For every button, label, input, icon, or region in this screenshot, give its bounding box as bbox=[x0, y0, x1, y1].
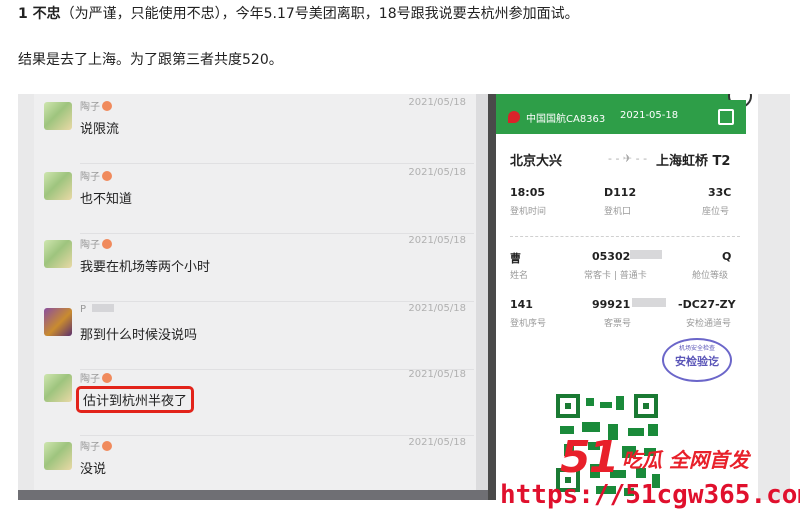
message-date: 2021/05/18 bbox=[408, 167, 466, 178]
chat-panel: 陶子 2021/05/18 说限流 陶子 2021/05/18 也不知道 陶子 … bbox=[34, 94, 476, 490]
peach-icon bbox=[102, 373, 112, 383]
bottom-strip bbox=[18, 490, 488, 500]
qr-finder bbox=[556, 394, 580, 418]
qr-module bbox=[648, 424, 658, 436]
boarding-sequence: 141 bbox=[510, 298, 533, 311]
from-city: 北京大兴 bbox=[510, 154, 563, 169]
share-icon[interactable] bbox=[718, 109, 734, 125]
to-city: 上海虹桥 T2 bbox=[656, 154, 731, 169]
peach-icon bbox=[102, 101, 112, 111]
section-heading: 1 不忠 bbox=[18, 6, 61, 22]
avatar bbox=[44, 308, 72, 336]
chat-message: P 2021/05/18 那到什么时候没说吗 bbox=[44, 300, 474, 370]
redaction-block bbox=[632, 298, 666, 307]
seat: 33C bbox=[708, 186, 732, 199]
stamp-top-text: 机场安全检查 bbox=[678, 345, 715, 352]
sender-name: 陶子 bbox=[80, 370, 112, 385]
seat-label: 座位号 bbox=[702, 207, 730, 217]
message-date: 2021/05/18 bbox=[408, 369, 466, 380]
avatar bbox=[44, 374, 72, 402]
embedded-screenshot: 陶子 2021/05/18 说限流 陶子 2021/05/18 也不知道 陶子 … bbox=[18, 94, 790, 500]
cabin-class: Q bbox=[722, 250, 732, 263]
boarding-sequence-label: 登机序号 bbox=[510, 319, 547, 329]
chat-message: 陶子 2021/05/18 估计到杭州半夜了 bbox=[44, 366, 474, 436]
flight-date: 2021-05-18 bbox=[620, 110, 679, 121]
peach-icon bbox=[102, 239, 112, 249]
frequent-flyer-number: 05302 bbox=[592, 250, 631, 263]
gate: D112 bbox=[604, 186, 637, 199]
stamp-main-text: 安检验讫 bbox=[675, 355, 719, 368]
message-date: 2021/05/18 bbox=[408, 303, 466, 314]
sender-name: 陶子 bbox=[80, 438, 112, 453]
watermark-logo: 51 bbox=[560, 432, 619, 483]
message-text: 我要在机场等两个小时 bbox=[80, 260, 211, 275]
passenger-name-label: 姓名 bbox=[510, 271, 529, 281]
ticket-label: 客票号 bbox=[604, 319, 632, 329]
security-stamp: 机场安全检查 安检验讫 bbox=[662, 338, 732, 382]
airline-flight: 中国国航CA8363 bbox=[526, 114, 606, 125]
scroll-edge bbox=[476, 94, 488, 490]
redaction-block bbox=[630, 250, 662, 259]
gate-label: 登机口 bbox=[604, 207, 632, 217]
qr-module bbox=[582, 422, 600, 432]
avatar bbox=[44, 102, 72, 130]
avatar bbox=[44, 442, 72, 470]
panel-gap bbox=[488, 94, 496, 500]
message-text: 也不知道 bbox=[80, 192, 133, 207]
avatar bbox=[44, 240, 72, 268]
blurred-name bbox=[92, 304, 115, 312]
message-date: 2021/05/18 bbox=[408, 437, 466, 448]
message-date: 2021/05/18 bbox=[408, 97, 466, 108]
watermark-name: 吃瓜 全网首发 bbox=[622, 448, 749, 472]
article-line-1: 1 不忠（为严谨，只能使用不忠），今年5.17号美团离职，18号跟我说要去杭州参… bbox=[18, 4, 579, 24]
sender-name: P bbox=[80, 304, 115, 315]
boarding-pass: 中国国航CA8363 2021-05-18 北京大兴 - - ✈ - - 上海虹… bbox=[496, 94, 758, 500]
departure-time-label: 登机时间 bbox=[510, 207, 547, 217]
qr-module bbox=[600, 402, 612, 408]
highlighted-message-text: 估计到杭州半夜了 bbox=[76, 386, 195, 413]
sender-name: 陶子 bbox=[80, 168, 112, 183]
qr-finder bbox=[634, 394, 658, 418]
card-label: 常客卡 | 普通卡 bbox=[584, 271, 647, 281]
airline-logo-icon bbox=[508, 111, 520, 123]
qr-module bbox=[628, 428, 644, 436]
article-text-1: （为严谨，只能使用不忠），今年5.17号美团离职，18号跟我说要去杭州参加面试。 bbox=[60, 6, 579, 22]
sender-name: 陶子 bbox=[80, 98, 112, 113]
message-text: 没说 bbox=[80, 462, 107, 477]
message-text: 说限流 bbox=[80, 122, 120, 137]
chat-message: 陶子 2021/05/18 说限流 bbox=[44, 94, 474, 164]
boarding-pass-header: 中国国航CA8363 2021-05-18 bbox=[496, 100, 746, 134]
security-channel: -DC27-ZY bbox=[678, 298, 736, 311]
peach-icon bbox=[102, 171, 112, 181]
dashed-divider bbox=[510, 236, 740, 237]
chat-message: 陶子 2021/05/18 我要在机场等两个小时 bbox=[44, 232, 474, 302]
sender-name: 陶子 bbox=[80, 236, 112, 251]
departure-time: 18:05 bbox=[510, 186, 546, 199]
chat-message: 陶子 2021/05/18 也不知道 bbox=[44, 164, 474, 234]
peach-icon bbox=[102, 441, 112, 451]
plane-arrow-icon: - - ✈ - - bbox=[608, 152, 648, 165]
ticket-number: 99921 bbox=[592, 298, 631, 311]
article-line-2: 结果是去了上海。为了跟第三者共度520。 bbox=[18, 52, 283, 68]
message-text: 那到什么时候没说吗 bbox=[80, 328, 198, 343]
avatar bbox=[44, 172, 72, 200]
passenger-name: 曹 bbox=[510, 252, 521, 265]
qr-module bbox=[586, 398, 594, 406]
cabin-label: 舱位等级 bbox=[692, 271, 729, 281]
security-label: 安检通道号 bbox=[686, 319, 732, 329]
message-date: 2021/05/18 bbox=[408, 235, 466, 246]
qr-module bbox=[616, 396, 624, 410]
watermark-url: https://51cgw365.com bbox=[500, 480, 800, 510]
